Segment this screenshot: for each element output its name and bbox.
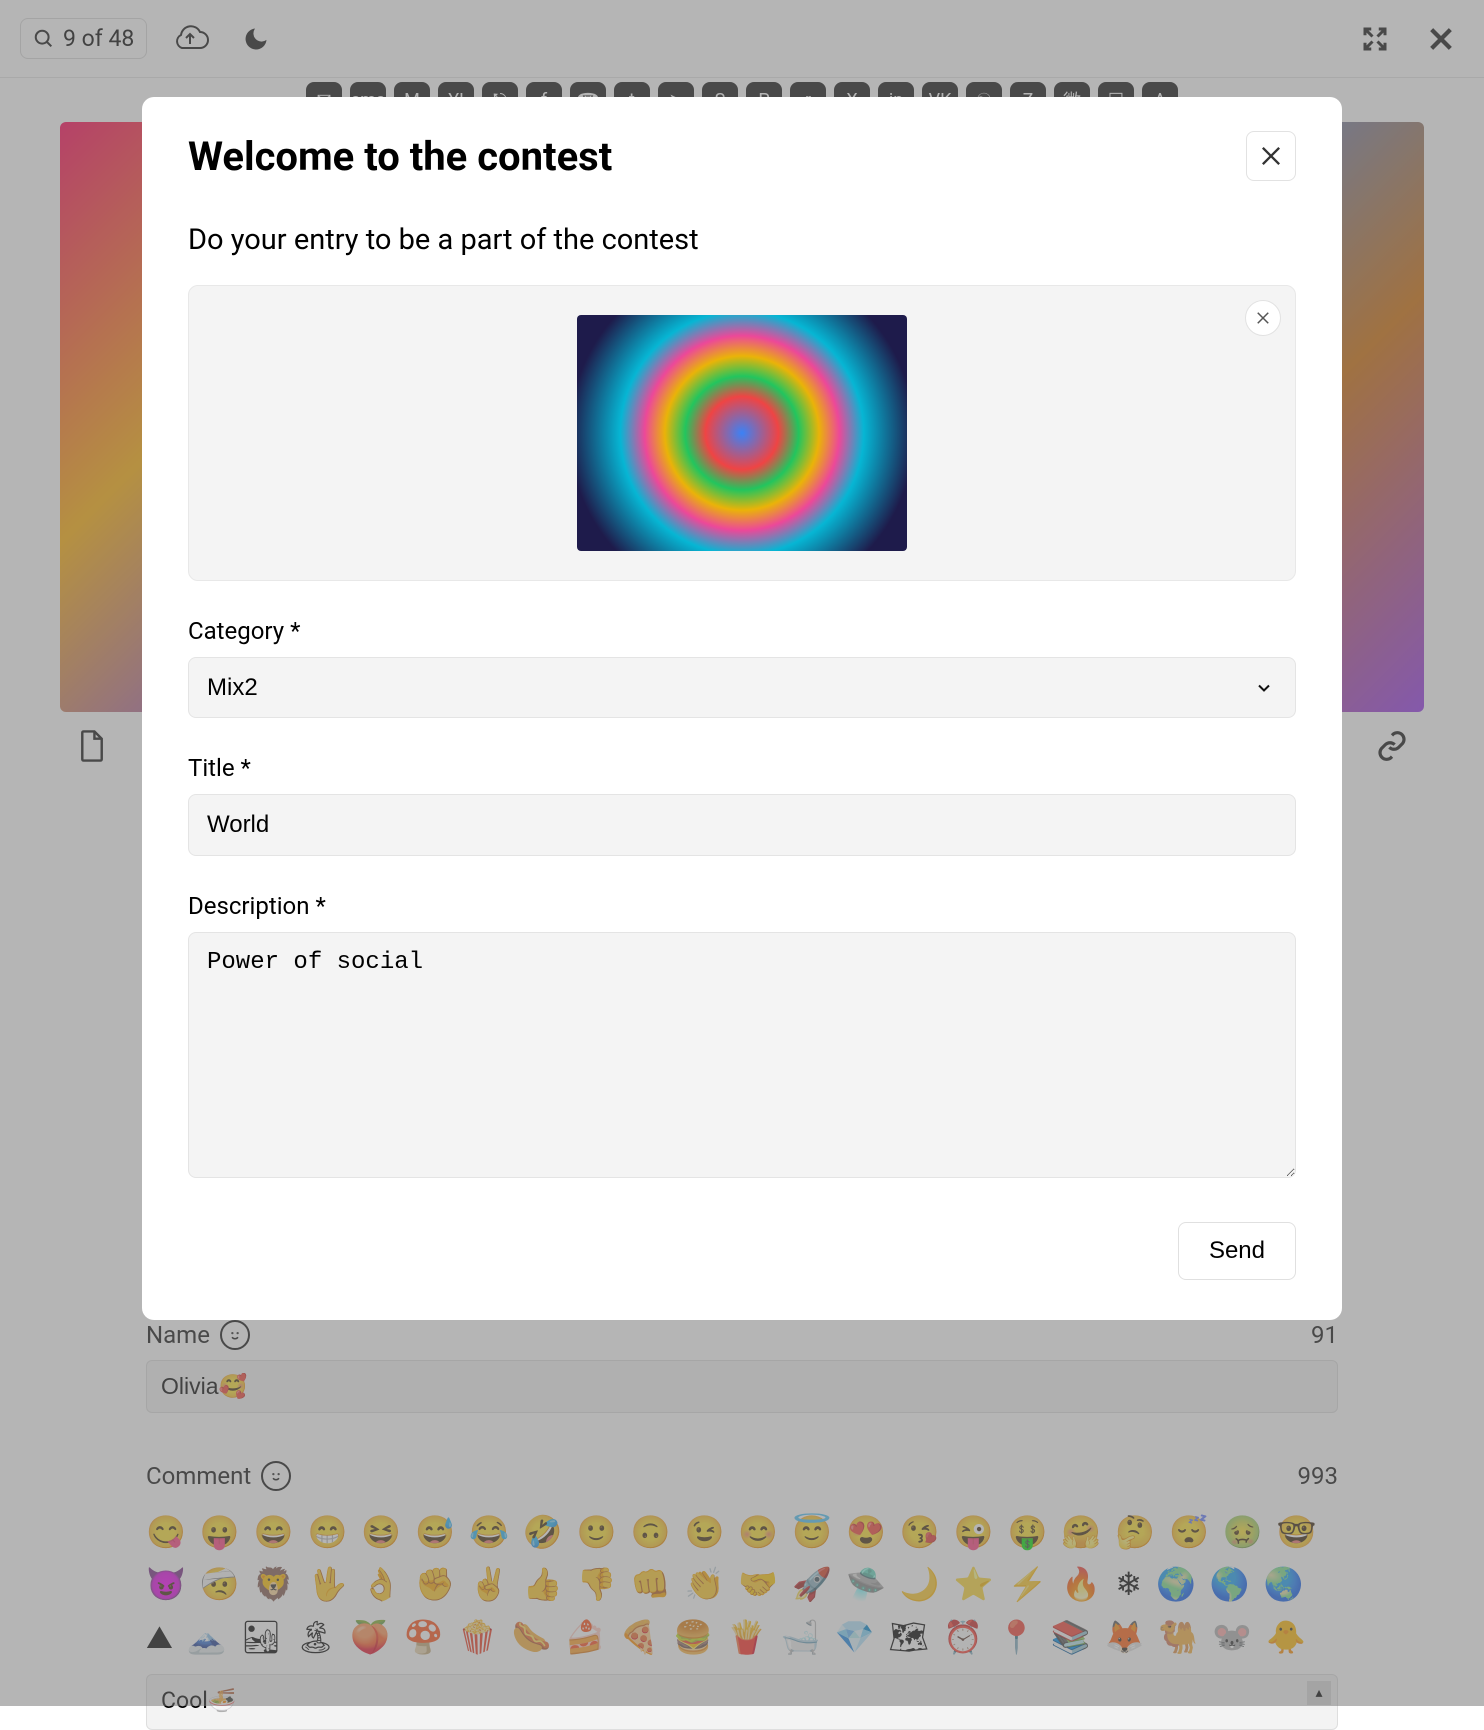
remove-upload-button[interactable] (1245, 300, 1281, 336)
modal-subtitle: Do your entry to be a part of the contes… (188, 223, 1296, 257)
close-icon (1254, 309, 1272, 327)
title-input[interactable] (188, 794, 1296, 856)
send-button[interactable]: Send (1178, 1222, 1296, 1280)
modal-title: Welcome to the contest (188, 133, 612, 180)
uploaded-image-thumbnail[interactable] (577, 315, 907, 551)
description-textarea[interactable] (188, 932, 1296, 1178)
category-select[interactable]: Mix2 (188, 657, 1296, 718)
upload-preview-area (188, 285, 1296, 581)
title-label: Title * (188, 754, 1296, 782)
category-label: Category * (188, 617, 1296, 645)
modal-overlay: Welcome to the contest Do your entry to … (0, 0, 1484, 1706)
modal-close-button[interactable] (1246, 131, 1296, 181)
contest-entry-modal: Welcome to the contest Do your entry to … (142, 97, 1342, 1320)
close-icon (1257, 142, 1285, 170)
description-label: Description * (188, 892, 1296, 920)
